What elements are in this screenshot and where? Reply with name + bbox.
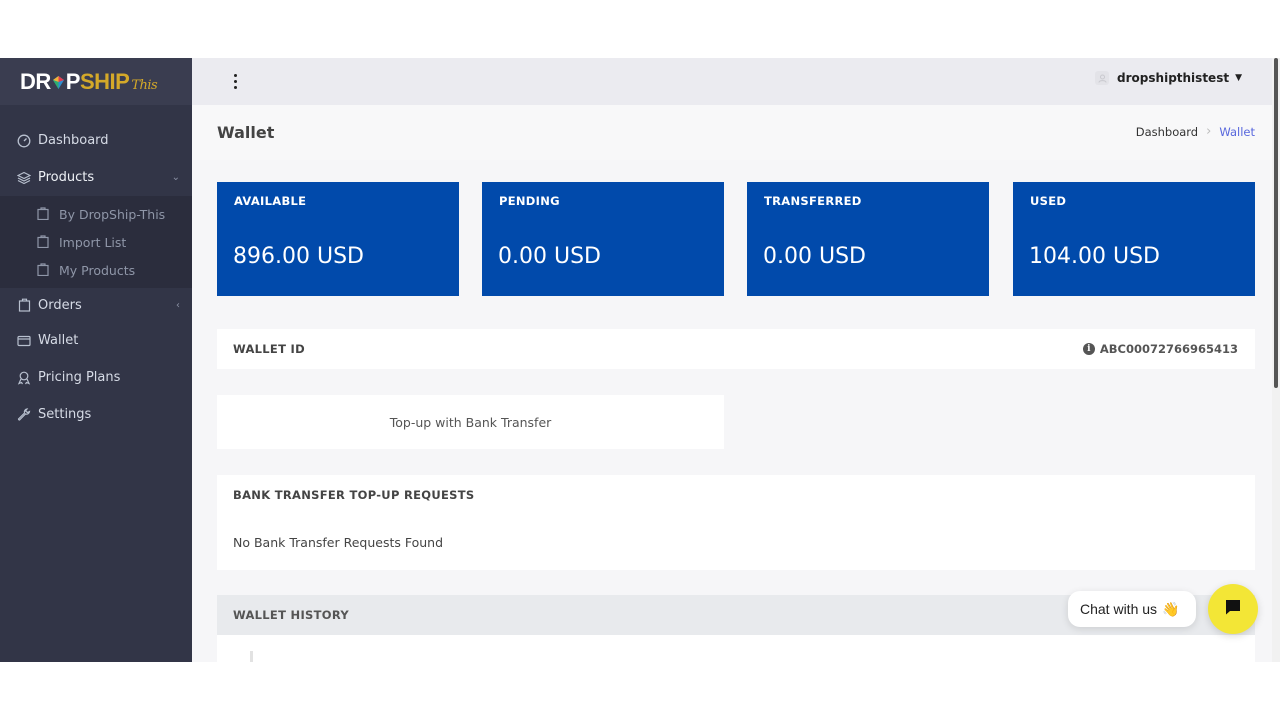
stat-label: TRANSFERRED [764,194,862,208]
app: DR P SHIP This Dashboard Products ⌄ By D… [0,58,1280,662]
sidebar-subitem-label: Import List [59,234,127,250]
wallet-id-label: WALLET ID [233,342,305,356]
clipboard-icon [37,263,51,277]
stat-card-used: USED 104.00 USD [1013,182,1255,296]
bank-transfer-requests-panel: BANK TRANSFER TOP-UP REQUESTS No Bank Tr… [217,475,1255,570]
more-menu-icon[interactable] [232,72,238,90]
clipboard-icon [37,207,51,221]
chevron-down-icon: ⌄ [171,172,180,183]
username: dropshipthistest [1117,71,1230,85]
logo-this: This [131,77,158,93]
history-content-edge [250,651,253,662]
stat-value: 0.00 USD [498,244,601,269]
page-scrollbar[interactable] [1272,58,1280,662]
wallet-id-panel: WALLET ID i ABC00072766965413 [217,329,1255,369]
sidebar-subitem-my-products[interactable]: My Products [0,256,192,284]
user-avatar-icon [1095,71,1110,85]
breadcrumb-dashboard[interactable]: Dashboard [1136,125,1198,139]
stat-label: USED [1030,194,1067,208]
sidebar-item-label: Settings [38,407,92,422]
sidebar-item-label: Products [38,170,95,185]
wallet-history-title: WALLET HISTORY [233,608,349,622]
sidebar-nav: Dashboard Products ⌄ By DropShip-This Im… [0,105,192,433]
sidebar-item-pricing-plans[interactable]: Pricing Plans [0,359,192,396]
sidebar-item-label: Wallet [38,333,79,348]
clipboard-icon [37,235,51,249]
sidebar-item-label: Orders [38,297,82,313]
logo-p: P [65,68,81,94]
wrench-icon [16,407,32,423]
user-menu[interactable]: dropshipthistest ▼ [1095,71,1242,85]
breadcrumb-separator-icon: › [1206,124,1212,139]
logo-ship: SHIP [79,68,130,94]
wallet-id-value: ABC00072766965413 [1099,342,1238,356]
wallet-icon [16,333,32,349]
stat-card-available: AVAILABLE 896.00 USD [217,182,459,296]
breadcrumb-wallet[interactable]: Wallet [1219,125,1255,139]
scrollbar-thumb[interactable] [1274,58,1278,388]
page-title: Wallet [217,123,275,142]
chevron-left-icon: ‹ [176,299,180,311]
breadcrumb: Dashboard › Wallet [1136,124,1255,139]
stat-label: PENDING [499,194,560,208]
stat-value: 0.00 USD [763,244,866,269]
chat-launcher-button[interactable] [1208,584,1258,634]
stat-value: 104.00 USD [1029,244,1160,269]
waving-hand-icon: 👋 [1162,600,1180,617]
wallet-id-value-group: i ABC00072766965413 [1082,342,1238,356]
award-icon [16,370,32,386]
chevron-down-icon: ▼ [1235,73,1242,83]
bank-requests-title: BANK TRANSFER TOP-UP REQUESTS [233,488,475,502]
brand-logo[interactable]: DR P SHIP This [0,58,192,105]
dashboard-icon [16,133,32,149]
logo-drop: DR [20,68,51,94]
chat-icon [1224,598,1242,620]
topbar: dropshipthistest ▼ [192,58,1280,105]
layers-icon [16,170,32,186]
sidebar-item-wallet[interactable]: Wallet [0,322,192,359]
sidebar-subitem-by-dropship-this[interactable]: By DropShip-This [0,200,192,228]
stat-card-transferred: TRANSFERRED 0.00 USD [747,182,989,296]
sidebar-item-orders[interactable]: Orders ‹ [0,288,192,322]
stat-value: 896.00 USD [233,244,364,269]
chat-label: Chat with us [1080,601,1158,617]
stat-card-pending: PENDING 0.00 USD [482,182,724,296]
sidebar-item-label: Dashboard [38,133,109,148]
products-subnav: By DropShip-This Import List My Products [0,196,192,288]
info-icon[interactable]: i [1082,343,1095,355]
sidebar-subitem-import-list[interactable]: Import List [0,228,192,256]
sidebar-item-dashboard[interactable]: Dashboard [0,122,192,159]
sidebar-subitem-label: My Products [59,262,136,278]
sidebar-item-label: Pricing Plans [38,370,121,385]
logo-o-icon [52,70,65,89]
bank-requests-empty-message: No Bank Transfer Requests Found [233,535,444,550]
sidebar-item-products[interactable]: Products ⌄ [0,159,192,196]
topup-bank-transfer-button[interactable]: Top-up with Bank Transfer [217,395,724,449]
bag-icon [16,297,32,313]
chat-with-us-bubble[interactable]: Chat with us 👋 [1068,591,1196,627]
sidebar-subitem-label: By DropShip-This [59,206,166,222]
stat-label: AVAILABLE [234,194,307,208]
sidebar: DR P SHIP This Dashboard Products ⌄ By D… [0,58,192,662]
topup-label: Top-up with Bank Transfer [389,414,552,430]
sidebar-item-settings[interactable]: Settings [0,396,192,433]
page-header: Wallet Dashboard › Wallet [192,105,1272,160]
